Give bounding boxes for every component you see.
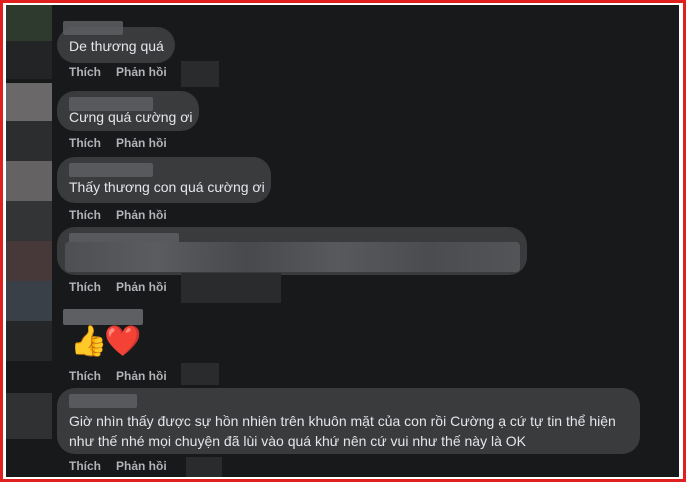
comment-bubble: Giờ nhìn thấy được sự hồn nhiên trên khu…	[57, 388, 640, 454]
like-button[interactable]: Thích	[69, 208, 101, 222]
comment-bubble: Cưng quá cường ơi	[57, 91, 199, 131]
blurred-name	[63, 309, 143, 325]
avatar	[6, 5, 52, 41]
blurred-name	[69, 394, 137, 408]
reply-button[interactable]: Phản hồi	[116, 136, 167, 150]
reply-button[interactable]: Phản hồi	[116, 65, 167, 79]
like-button[interactable]: Thích	[69, 280, 101, 294]
avatar	[6, 281, 52, 321]
avatar	[6, 83, 52, 121]
comment-text: Thấy thương con quá cường ơi	[69, 179, 265, 195]
comment-text: Cưng quá cường ơi	[69, 109, 193, 125]
blurred-timestamp	[181, 363, 219, 385]
comment-text-line-2: như thế nhé mọi chuyện đã lùi vào quá kh…	[69, 433, 526, 449]
blurred-name	[63, 21, 123, 35]
like-button[interactable]: Thích	[69, 65, 101, 79]
comment-bubble	[57, 227, 527, 275]
heart-emoji: ❤️	[104, 325, 142, 358]
avatar	[6, 121, 52, 161]
like-button[interactable]: Thích	[69, 136, 101, 150]
avatar	[6, 41, 52, 79]
blurred-timestamp	[181, 61, 219, 87]
blurred-comment-text	[65, 242, 520, 272]
reply-button[interactable]: Phản hồi	[116, 208, 167, 222]
avatar	[6, 201, 52, 241]
blurred-timestamp	[186, 457, 222, 477]
comment-bubble: De thương quá	[57, 21, 175, 63]
like-button[interactable]: Thích	[69, 459, 101, 473]
avatar	[6, 393, 52, 439]
reply-button[interactable]: Phản hồi	[116, 459, 167, 473]
comment-text-line-1: Giờ nhìn thấy được sự hồn nhiên trên khu…	[69, 413, 616, 429]
comment-bubble: Thấy thương con quá cường ơi	[57, 157, 271, 203]
blurred-timestamp	[181, 273, 281, 303]
avatar	[6, 321, 52, 361]
avatar	[6, 241, 52, 281]
avatar-column	[6, 5, 52, 477]
reply-button[interactable]: Phản hồi	[116, 280, 167, 294]
comment-text: De thương quá	[69, 38, 164, 54]
reply-button[interactable]: Phản hồi	[116, 369, 167, 383]
blurred-name	[69, 163, 153, 177]
like-button[interactable]: Thích	[69, 369, 101, 383]
avatar	[6, 161, 52, 201]
comments-panel: De thương quá Thích Phản hồi Cưng quá cư…	[6, 5, 679, 477]
thumbs-up-emoji: 👍	[70, 325, 108, 358]
